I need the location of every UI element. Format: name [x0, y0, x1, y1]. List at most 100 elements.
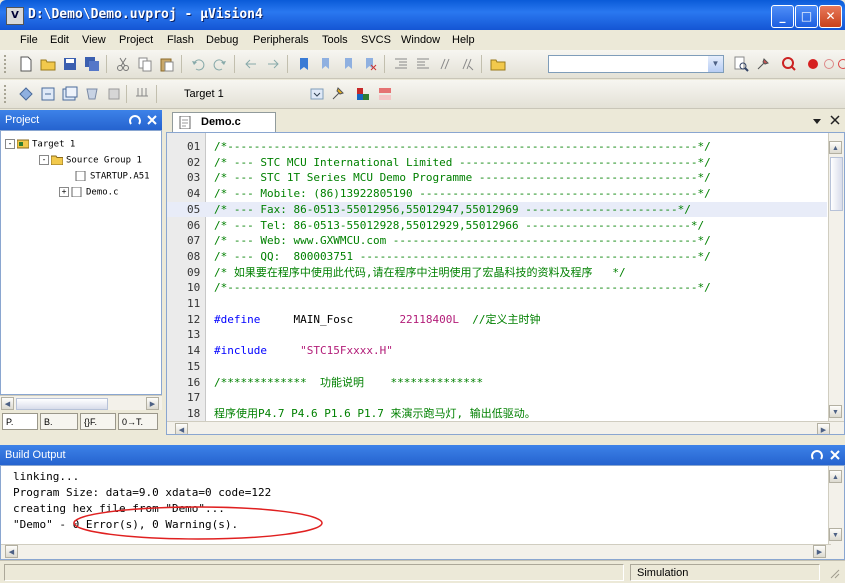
stop-build-icon[interactable] [106, 86, 122, 102]
menu-window[interactable]: Window [401, 34, 440, 46]
collapse-icon[interactable]: - [39, 155, 49, 165]
manage-components-icon[interactable] [377, 86, 393, 102]
redo-icon[interactable] [212, 56, 228, 72]
code-line[interactable]: 07 /* --- Web: www.GXWMCU.com -----------… [167, 233, 827, 248]
bookmark-icon[interactable] [296, 56, 312, 72]
menu-file[interactable]: File [20, 34, 38, 46]
save-icon[interactable] [62, 56, 78, 72]
tab-demo-c[interactable]: Demo.c [172, 112, 276, 132]
download-icon[interactable] [134, 86, 150, 102]
code-editor[interactable]: 01 /*------------------------------------… [166, 132, 845, 435]
scroll-up-icon[interactable]: ▲ [829, 141, 842, 154]
menu-edit[interactable]: Edit [50, 34, 69, 46]
code-line[interactable]: 12 #define MAIN_Fosc 22118400L //定义主时钟 [167, 312, 827, 327]
collapse-icon[interactable]: - [5, 139, 15, 149]
navigate-back-icon[interactable] [243, 56, 259, 72]
code-line[interactable]: 09 /* 如果要在程序中使用此代码,请在程序中注明使用了宏晶科技的资料及程序 *… [167, 265, 827, 280]
code-line[interactable]: 17 [167, 390, 827, 405]
menu-view[interactable]: View [82, 34, 106, 46]
tab-templates[interactable]: 0→T. [118, 413, 158, 430]
editor-vertical-scrollbar[interactable]: ▲ ▼ [828, 133, 844, 423]
code-line[interactable]: 01 /*------------------------------------… [167, 139, 827, 154]
navigate-forward-icon[interactable] [265, 56, 281, 72]
pin-icon[interactable] [128, 113, 142, 127]
debug-session-icon[interactable] [781, 56, 797, 72]
batch-build-icon[interactable] [84, 86, 100, 102]
scroll-right-icon[interactable]: ▶ [813, 545, 826, 558]
code-line[interactable]: 04 /* --- Mobile: (86)13922805190 -------… [167, 186, 827, 201]
build-icon[interactable] [40, 86, 56, 102]
code-line[interactable]: 05 /* --- Fax: 86-0513-55012956,55012947,… [167, 201, 827, 217]
tree-item-source-group[interactable]: - Source Group 1 [39, 155, 142, 166]
toolbar-grip[interactable] [4, 85, 9, 103]
rebuild-icon[interactable] [62, 86, 78, 102]
target-select[interactable]: Target 1 [166, 80, 300, 108]
scroll-thumb[interactable] [830, 157, 843, 211]
expand-icon[interactable]: + [59, 187, 69, 197]
open-folder-icon[interactable] [40, 56, 56, 72]
save-all-icon[interactable] [84, 56, 100, 72]
build-output-pane[interactable]: linking... Program Size: data=9.0 xdata=… [0, 465, 845, 560]
output-horizontal-scrollbar[interactable]: ◀ ▶ [1, 544, 831, 559]
close-panel-icon[interactable] [828, 448, 842, 462]
scroll-left-icon[interactable]: ◀ [175, 423, 188, 434]
code-line[interactable]: 15 [167, 359, 827, 374]
title-bar[interactable]: V D:\Demo\Demo.uvproj - µVision4 _ □ ✕ [0, 0, 845, 30]
resize-grip-icon[interactable] [828, 567, 840, 579]
tab-functions[interactable]: {}F. [80, 413, 116, 430]
code-line[interactable]: 18 程序使用P4.7 P4.6 P1.6 P1.7 来演示跑马灯, 输出低驱动。 [167, 406, 827, 421]
menu-debug[interactable]: Debug [206, 34, 238, 46]
tree-item-startup[interactable]: STARTUP.A51 [75, 171, 150, 182]
minimize-button[interactable]: _ [771, 5, 794, 28]
uvision-app-icon[interactable]: V [6, 7, 24, 25]
breakpoint-icon[interactable] [805, 56, 821, 72]
scroll-down-icon[interactable]: ▼ [829, 528, 842, 541]
tab-list-dropdown-icon[interactable] [812, 116, 822, 126]
close-button[interactable]: ✕ [819, 5, 842, 28]
code-line[interactable]: 08 /* --- QQ: 800003751 -----------------… [167, 249, 827, 264]
kill-breakpoints-icon[interactable] [835, 56, 845, 72]
undo-icon[interactable] [190, 56, 206, 72]
incremental-find-icon[interactable] [755, 56, 771, 72]
scroll-thumb[interactable] [16, 398, 108, 410]
comment-icon[interactable] [437, 56, 453, 72]
translate-icon[interactable] [18, 86, 34, 102]
scroll-down-icon[interactable]: ▼ [829, 405, 842, 418]
new-file-icon[interactable] [18, 56, 34, 72]
tab-project[interactable]: P. [2, 413, 38, 430]
prev-bookmark-icon[interactable] [318, 56, 334, 72]
code-line[interactable]: 02 /* --- STC MCU International Limited -… [167, 155, 827, 170]
maximize-button[interactable]: □ [795, 5, 818, 28]
menu-svcs[interactable]: SVCS [361, 34, 391, 46]
editor-horizontal-scrollbar[interactable]: ◀ ▶ [167, 421, 844, 434]
unindent-icon[interactable] [415, 56, 431, 72]
find-icon[interactable] [733, 56, 749, 72]
chevron-down-icon[interactable]: ▼ [708, 56, 723, 72]
menu-project[interactable]: Project [119, 34, 153, 46]
uncomment-icon[interactable] [459, 56, 475, 72]
close-editor-icon[interactable] [830, 115, 840, 125]
menu-peripherals[interactable]: Peripherals [253, 34, 309, 46]
cut-icon[interactable] [115, 56, 131, 72]
target-options-icon[interactable] [330, 86, 346, 102]
pin-icon[interactable] [810, 448, 824, 462]
menu-flash[interactable]: Flash [167, 34, 194, 46]
scroll-left-icon[interactable]: ◀ [5, 545, 18, 558]
project-horizontal-scrollbar[interactable]: ◀ ▶ [0, 395, 162, 411]
close-panel-icon[interactable] [145, 113, 159, 127]
code-line[interactable]: 06 /* --- Tel: 86-0513-55012928,55012929,… [167, 218, 827, 233]
indent-icon[interactable] [393, 56, 409, 72]
scroll-left-icon[interactable]: ◀ [1, 397, 14, 410]
copy-icon[interactable] [137, 56, 153, 72]
scroll-right-icon[interactable]: ▶ [146, 397, 159, 410]
tab-books[interactable]: B. [40, 413, 78, 430]
dropdown-arrow-icon[interactable] [309, 86, 325, 102]
code-line[interactable]: 14 #include "STC15Fxxxx.H" [167, 343, 827, 358]
code-line[interactable]: 10 /*------------------------------------… [167, 280, 827, 295]
scroll-right-icon[interactable]: ▶ [817, 423, 830, 434]
find-combobox[interactable]: ▼ [548, 55, 724, 73]
paste-icon[interactable] [159, 56, 175, 72]
clear-bookmarks-icon[interactable] [362, 56, 378, 72]
menu-help[interactable]: Help [452, 34, 475, 46]
code-line[interactable]: 13 [167, 327, 827, 342]
